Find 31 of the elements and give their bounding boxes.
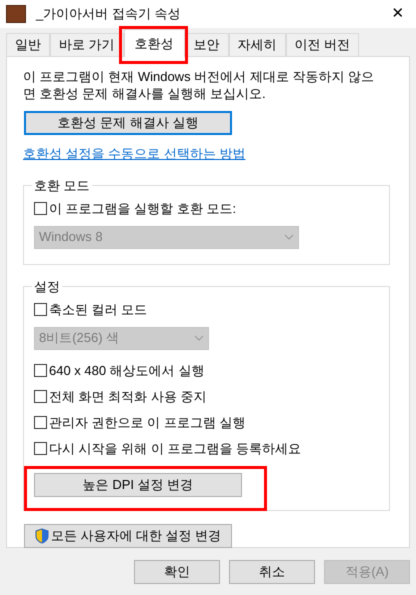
troubleshooter-button[interactable]: 호환성 문제 해결사 실행 (24, 111, 232, 135)
intro-text: 이 프로그램이 현재 Windows 버전에서 제대로 작동하지 않으면 호환성 문제 해결사를 실행해 보십시오. (23, 68, 376, 102)
checkbox[interactable] (34, 442, 47, 455)
shield-icon (34, 528, 49, 544)
checkbox-label: 다시 시작을 위해 이 프로그램을 등록하세요 (49, 440, 302, 458)
dpi-settings-button[interactable]: 높은 DPI 설정 변경 (34, 472, 242, 496)
chevron-icon (284, 234, 294, 240)
app-icon (6, 5, 26, 23)
tab[interactable]: 호환성 (124, 29, 185, 57)
checkbox-label: 640 x 480 해상도에서 실행 (49, 362, 204, 380)
chevron-icon (194, 335, 204, 341)
checkbox[interactable] (34, 303, 47, 316)
checkbox[interactable] (34, 416, 47, 429)
tab[interactable]: 이전 버전 (286, 33, 360, 56)
checkbox-label: 관리자 권한으로 이 프로그램 실행 (49, 414, 246, 432)
checkbox-label: 전체 화면 최적화 사용 중지 (49, 388, 206, 406)
checkbox-label: 축소된 컬러 모드 (49, 300, 148, 319)
tab[interactable]: 자세히 (228, 33, 286, 56)
window-title: _가이아서버 접속기 속성 (36, 5, 182, 24)
dialog-button[interactable]: 취소 (229, 560, 315, 584)
tab[interactable]: 일반 (6, 33, 50, 56)
checkbox[interactable] (34, 202, 47, 215)
checkbox-label: 이 프로그램을 실행할 호환 모드: (49, 200, 236, 218)
checkbox[interactable] (34, 390, 47, 403)
checkbox[interactable] (34, 364, 47, 377)
close-button[interactable]: ✕ (388, 2, 408, 26)
dialog-button[interactable]: 확인 (134, 560, 220, 584)
highlight-frame (118, 26, 188, 64)
tab[interactable]: 바로 가기 (50, 33, 124, 56)
all-users-button[interactable]: 모든 사용자에 대한 설정 변경 (24, 524, 232, 548)
help-link[interactable]: 호환성 설정을 수동으로 선택하는 방법 (23, 144, 246, 164)
